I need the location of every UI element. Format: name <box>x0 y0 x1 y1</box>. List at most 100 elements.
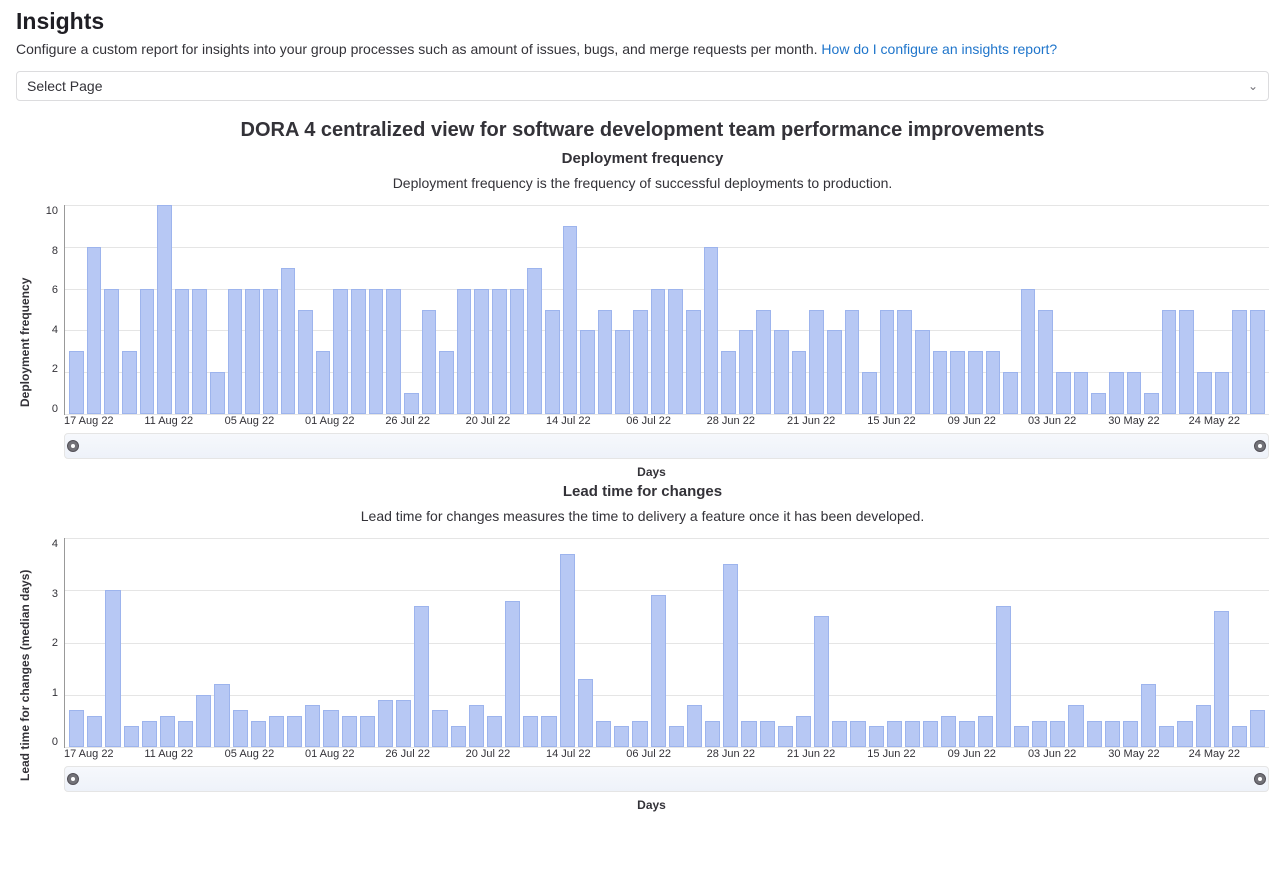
chart2-scrubber[interactable] <box>64 766 1269 792</box>
bar[interactable] <box>669 726 684 747</box>
bar[interactable] <box>87 247 102 414</box>
bar[interactable] <box>140 289 155 414</box>
bar[interactable] <box>160 716 175 747</box>
bar[interactable] <box>378 700 393 747</box>
bar[interactable] <box>933 351 948 414</box>
chart1-plot[interactable] <box>64 205 1269 415</box>
bar[interactable] <box>316 351 331 414</box>
chart2-plot[interactable] <box>64 538 1269 748</box>
bar[interactable] <box>950 351 965 414</box>
bar[interactable] <box>369 289 384 414</box>
bar[interactable] <box>492 289 507 414</box>
bar[interactable] <box>1197 372 1212 414</box>
bar[interactable] <box>1014 726 1029 747</box>
bar[interactable] <box>1144 393 1159 414</box>
bar[interactable] <box>1056 372 1071 414</box>
bar[interactable] <box>827 330 842 414</box>
bar[interactable] <box>228 289 243 414</box>
bar[interactable] <box>469 705 484 747</box>
bar[interactable] <box>1109 372 1124 414</box>
bar[interactable] <box>814 616 829 747</box>
bar[interactable] <box>245 289 260 414</box>
bar[interactable] <box>1159 726 1174 747</box>
bar[interactable] <box>832 721 847 747</box>
bar[interactable] <box>760 721 775 747</box>
bar[interactable] <box>104 289 119 414</box>
bar[interactable] <box>1162 310 1177 415</box>
bar[interactable] <box>233 710 248 747</box>
bar[interactable] <box>474 289 489 414</box>
bar[interactable] <box>756 310 771 415</box>
bar[interactable] <box>333 289 348 414</box>
bar[interactable] <box>959 721 974 747</box>
bar[interactable] <box>457 289 472 414</box>
bar[interactable] <box>1177 721 1192 747</box>
bar[interactable] <box>687 705 702 747</box>
bar[interactable] <box>651 595 666 747</box>
bar[interactable] <box>251 721 266 747</box>
bar[interactable] <box>196 695 211 747</box>
bar[interactable] <box>487 716 502 747</box>
bar[interactable] <box>342 716 357 747</box>
bar[interactable] <box>741 721 756 747</box>
bar[interactable] <box>527 268 542 414</box>
bar[interactable] <box>505 601 520 747</box>
bar[interactable] <box>941 716 956 747</box>
bar[interactable] <box>1232 726 1247 747</box>
bar[interactable] <box>651 289 666 414</box>
bar[interactable] <box>122 351 137 414</box>
bar[interactable] <box>1050 721 1065 747</box>
bar[interactable] <box>210 372 225 414</box>
bar[interactable] <box>862 372 877 414</box>
bar[interactable] <box>978 716 993 747</box>
bar[interactable] <box>996 606 1011 747</box>
bar[interactable] <box>1038 310 1053 415</box>
bar[interactable] <box>414 606 429 747</box>
bar[interactable] <box>404 393 419 414</box>
bar[interactable] <box>175 289 190 414</box>
scrub-handle-left[interactable] <box>67 440 79 452</box>
bar[interactable] <box>923 721 938 747</box>
bar[interactable] <box>1032 721 1047 747</box>
bar[interactable] <box>615 330 630 414</box>
bar[interactable] <box>704 247 719 414</box>
page-select[interactable]: Select Page ⌄ <box>16 71 1269 101</box>
bar[interactable] <box>541 716 556 747</box>
bar[interactable] <box>432 710 447 747</box>
bar[interactable] <box>69 351 84 414</box>
bar[interactable] <box>351 289 366 414</box>
bar[interactable] <box>897 310 912 415</box>
bar[interactable] <box>1214 611 1229 747</box>
bar[interactable] <box>105 590 120 747</box>
bar[interactable] <box>1250 710 1265 747</box>
bar[interactable] <box>845 310 860 415</box>
bar[interactable] <box>396 700 411 747</box>
bar[interactable] <box>178 721 193 747</box>
bar[interactable] <box>69 710 84 747</box>
bar[interactable] <box>1003 372 1018 414</box>
bar[interactable] <box>905 721 920 747</box>
bar[interactable] <box>721 351 736 414</box>
bar[interactable] <box>774 330 789 414</box>
bar[interactable] <box>1068 705 1083 747</box>
bar[interactable] <box>986 351 1001 414</box>
bar[interactable] <box>880 310 895 415</box>
bar[interactable] <box>1215 372 1230 414</box>
bar[interactable] <box>596 721 611 747</box>
bar[interactable] <box>614 726 629 747</box>
bar[interactable] <box>578 679 593 747</box>
scrub-handle-left[interactable] <box>67 773 79 785</box>
bar[interactable] <box>850 721 865 747</box>
bar[interactable] <box>269 716 284 747</box>
bar[interactable] <box>157 205 172 414</box>
bar[interactable] <box>124 726 139 747</box>
bar[interactable] <box>580 330 595 414</box>
bar[interactable] <box>439 351 454 414</box>
bar[interactable] <box>598 310 613 415</box>
scrub-handle-right[interactable] <box>1254 773 1266 785</box>
bar[interactable] <box>1087 721 1102 747</box>
bar[interactable] <box>87 716 102 747</box>
bar[interactable] <box>386 289 401 414</box>
bar[interactable] <box>263 289 278 414</box>
bar[interactable] <box>192 289 207 414</box>
